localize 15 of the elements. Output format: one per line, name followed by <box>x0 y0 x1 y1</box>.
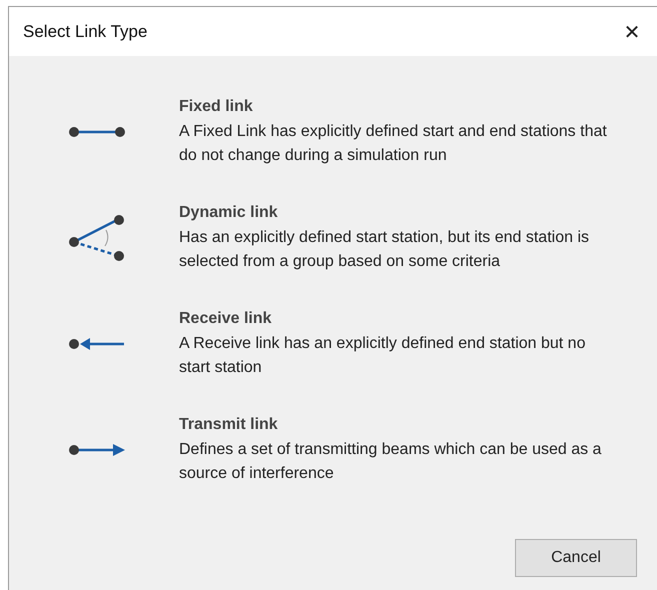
window-title: Select Link Type <box>23 22 148 42</box>
close-button[interactable]: ✕ <box>609 12 655 52</box>
link-type-title: Fixed link <box>179 97 254 117</box>
cancel-button[interactable]: Cancel <box>515 539 637 577</box>
link-type-description: Has an explicitly defined start station, but its end station is selected from a group based on some criteria <box>179 228 590 272</box>
link-type-title: Receive link <box>179 309 272 329</box>
link-type-description: A Fixed Link has explicitly defined start and end stations that do not change during a simulation run <box>179 122 608 166</box>
link-type-description: Defines a set of transmitting beams which can be used as a source of interference <box>179 440 602 484</box>
link-type-title: Dynamic link <box>179 203 279 223</box>
fixed-link-icon <box>68 125 126 139</box>
link-type-description: A Receive link has an explicitly defined end station but no start station <box>179 334 586 378</box>
link-type-title: Transmit link <box>179 415 279 435</box>
arrow-left-icon <box>68 337 126 351</box>
dynamic-link-icon <box>68 214 126 262</box>
arrow-right-icon <box>68 443 126 457</box>
